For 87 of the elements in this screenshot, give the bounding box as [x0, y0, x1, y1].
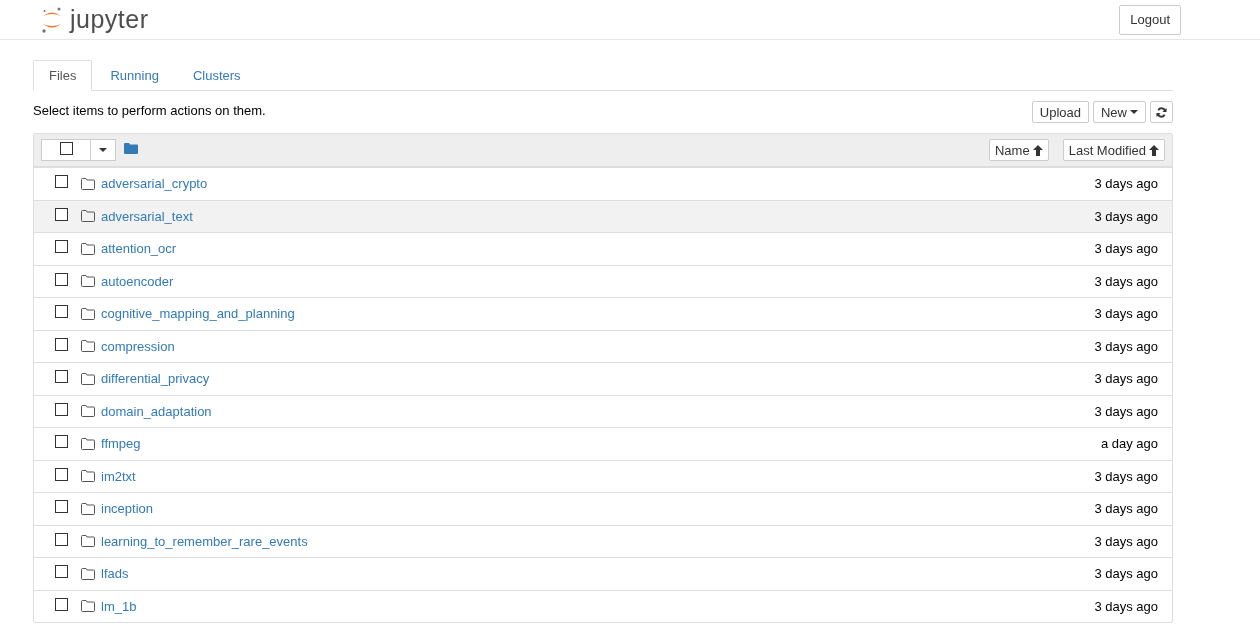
modified-time: 3 days ago — [1094, 501, 1158, 517]
folder-icon — [81, 567, 95, 580]
modified-time: 3 days ago — [1094, 598, 1158, 614]
folder-link[interactable]: domain_adaptation — [101, 403, 212, 419]
modified-time: 3 days ago — [1094, 338, 1158, 354]
refresh-button[interactable] — [1150, 101, 1173, 123]
select-all-checkbox[interactable] — [41, 139, 91, 161]
modified-time: a day ago — [1100, 436, 1158, 452]
modified-time: 3 days ago — [1094, 306, 1158, 322]
folder-icon — [81, 502, 95, 515]
logout-button[interactable]: Logout — [1119, 4, 1181, 35]
instruction-text: Select items to perform actions on them. — [33, 102, 266, 118]
folder-icon — [81, 242, 95, 255]
file-row[interactable]: lfads 3 days ago — [34, 557, 1172, 590]
tab[interactable]: Files — [33, 60, 93, 91]
folder-icon — [81, 600, 95, 613]
modified-time: 3 days ago — [1094, 468, 1158, 484]
file-row[interactable]: attention_ocr 3 days ago — [34, 232, 1172, 265]
folder-icon — [81, 405, 95, 418]
row-checkbox[interactable] — [55, 565, 68, 579]
file-row[interactable]: ffmpeg a day ago — [34, 427, 1172, 460]
modified-time: 3 days ago — [1094, 273, 1158, 289]
modified-time: 3 days ago — [1094, 176, 1158, 192]
file-row[interactable]: adversarial_crypto 3 days ago — [34, 167, 1172, 200]
tab[interactable]: Clusters — [176, 60, 257, 91]
folder-link[interactable]: compression — [101, 338, 175, 354]
row-checkbox[interactable] — [55, 532, 68, 546]
folder-icon — [81, 307, 95, 320]
refresh-icon — [1156, 106, 1167, 118]
row-checkbox[interactable] — [55, 402, 68, 416]
file-row[interactable]: domain_adaptation 3 days ago — [34, 394, 1172, 427]
row-checkbox[interactable] — [55, 500, 68, 514]
folder-icon — [81, 535, 95, 548]
modified-time: 3 days ago — [1094, 371, 1158, 387]
folder-link[interactable]: inception — [101, 501, 154, 517]
file-row[interactable]: autoencoder 3 days ago — [34, 264, 1172, 297]
folder-link[interactable]: adversarial_text — [101, 208, 193, 224]
file-row[interactable]: learning_to_remember_rare_events 3 days ago — [34, 524, 1172, 557]
folder-icon — [81, 210, 95, 223]
modified-time: 3 days ago — [1094, 208, 1158, 224]
folder-link[interactable]: lfads — [101, 566, 129, 582]
row-checkbox[interactable] — [55, 467, 68, 481]
folder-link[interactable]: ffmpeg — [101, 436, 141, 452]
folder-link[interactable]: autoencoder — [101, 273, 174, 289]
modified-time: 3 days ago — [1094, 403, 1158, 419]
tab[interactable]: Running — [94, 60, 175, 91]
row-checkbox[interactable] — [55, 597, 68, 611]
select-dropdown-button[interactable] — [91, 139, 116, 161]
row-checkbox[interactable] — [55, 305, 68, 319]
arrow-up-icon — [1032, 144, 1043, 156]
folder-link[interactable]: learning_to_remember_rare_events — [101, 533, 308, 549]
file-row[interactable]: adversarial_text 3 days ago — [34, 199, 1172, 232]
modified-time: 3 days ago — [1094, 533, 1158, 549]
row-checkbox[interactable] — [55, 435, 68, 449]
folder-link[interactable]: cognitive_mapping_and_planning — [101, 306, 295, 322]
file-row[interactable]: lm_1b 3 days ago — [34, 589, 1172, 622]
upload-button[interactable]: Upload — [1031, 101, 1089, 123]
sort-button[interactable]: Name — [989, 139, 1049, 161]
row-checkbox[interactable] — [55, 175, 68, 189]
new-dropdown-button[interactable]: New — [1093, 101, 1146, 123]
folder-icon — [81, 470, 95, 483]
row-checkbox[interactable] — [55, 240, 68, 254]
folder-icon — [81, 177, 95, 190]
row-checkbox[interactable] — [55, 370, 68, 384]
file-row[interactable]: differential_privacy 3 days ago — [34, 362, 1172, 395]
logo-text: jupyter — [70, 5, 149, 34]
folder-link[interactable]: differential_privacy — [101, 371, 210, 387]
folder-icon — [81, 437, 95, 450]
file-row[interactable]: cognitive_mapping_and_planning 3 days ago — [34, 297, 1172, 330]
modified-time: 3 days ago — [1094, 566, 1158, 582]
folder-link[interactable]: adversarial_crypto — [101, 176, 208, 192]
folder-icon — [81, 340, 95, 353]
row-checkbox[interactable] — [55, 207, 68, 221]
folder-icon — [81, 275, 95, 288]
arrow-up-icon — [1149, 144, 1159, 156]
file-row[interactable]: inception 3 days ago — [34, 492, 1172, 525]
folder-link[interactable]: im2txt — [101, 468, 136, 484]
file-row[interactable]: compression 3 days ago — [34, 329, 1172, 362]
row-checkbox[interactable] — [55, 337, 68, 351]
folder-icon[interactable] — [124, 142, 138, 154]
folder-link[interactable]: lm_1b — [101, 598, 137, 614]
sort-button[interactable]: Last Modified — [1062, 139, 1165, 161]
folder-icon — [81, 372, 95, 385]
file-row[interactable]: im2txt 3 days ago — [34, 459, 1172, 492]
row-checkbox[interactable] — [55, 272, 68, 286]
folder-link[interactable]: attention_ocr — [101, 241, 177, 257]
modified-time: 3 days ago — [1094, 241, 1158, 257]
